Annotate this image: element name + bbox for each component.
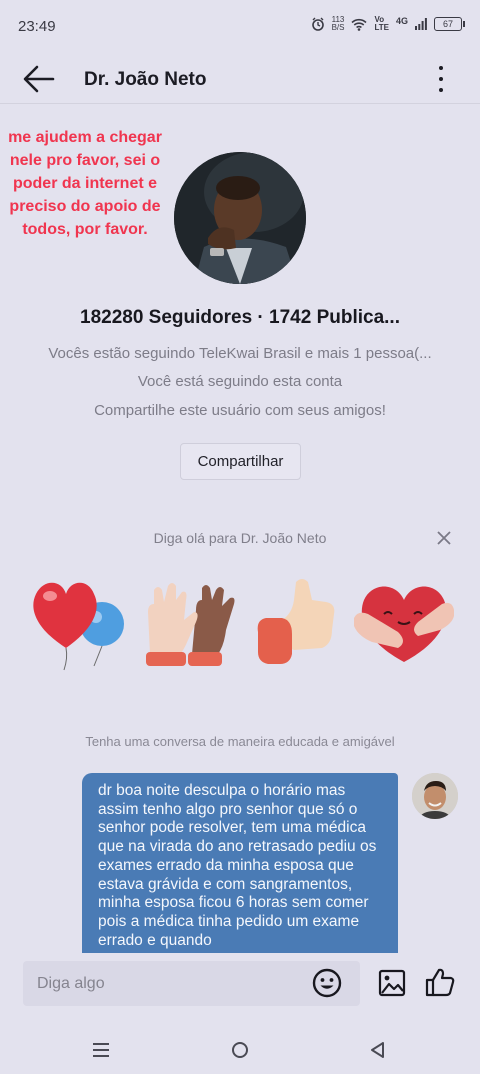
sender-avatar[interactable] <box>412 773 458 819</box>
volte-bottom: LTE <box>374 23 389 32</box>
following-status-text: Você está seguindo esta conta <box>137 373 343 390</box>
sender-photo-icon <box>412 773 458 819</box>
more-dot-icon <box>439 66 443 70</box>
follower-stats: 182280 Seguidores · 1742 Publica... <box>80 307 400 328</box>
greeting-text: Diga olá para Dr. João Neto <box>153 530 327 546</box>
recent-apps-button[interactable] <box>91 1041 111 1059</box>
overlay-caption: me ajudem a chegar nele pro favor, sei o… <box>8 129 162 238</box>
close-icon <box>437 531 451 545</box>
network-speed: 113 B/S <box>332 16 345 32</box>
more-options-button[interactable] <box>430 64 452 94</box>
message-text: dr boa noite desculpa o horário mas assi… <box>98 782 377 949</box>
message-input-bar <box>0 953 480 1013</box>
like-button[interactable] <box>424 966 456 998</box>
close-greeting-button[interactable] <box>436 530 452 546</box>
message-input[interactable] <box>23 961 360 1006</box>
network-type: 4G <box>395 16 408 26</box>
image-icon <box>378 969 406 997</box>
menu-icon <box>93 1043 109 1057</box>
home-button[interactable] <box>230 1040 250 1060</box>
profile-avatar[interactable] <box>174 152 306 284</box>
mutual-followers-text[interactable]: Vocês estão seguindo TeleKwai Brasil e m… <box>0 345 480 362</box>
message-bubble[interactable]: dr boa noite desculpa o horário mas assi… <box>82 773 398 961</box>
conversation-hint: Tenha uma conversa de maneira educada e … <box>85 734 395 749</box>
system-back-button[interactable] <box>368 1040 386 1060</box>
waving-hands-icon <box>146 583 235 666</box>
back-button[interactable] <box>22 64 56 94</box>
status-time: 23:49 <box>18 18 56 35</box>
share-button[interactable]: Compartilhar <box>180 443 301 480</box>
sticker-heart-balloons[interactable] <box>28 570 128 674</box>
wifi-icon <box>351 18 368 31</box>
status-icons: 113 B/S Vo LTE 4G 67 <box>311 16 465 32</box>
heart-hug-icon <box>354 586 454 662</box>
triangle-back-icon <box>371 1042 384 1058</box>
battery-level: 67 <box>442 19 453 29</box>
system-navigation-bar <box>0 1026 480 1074</box>
speed-unit: B/S <box>331 23 345 32</box>
more-dot-icon <box>439 88 443 92</box>
alarm-icon <box>311 17 324 31</box>
signal-icon <box>415 18 427 30</box>
emoji-button[interactable] <box>312 968 342 998</box>
status-bar: 23:49 113 B/S Vo LTE 4G 67 <box>0 0 480 56</box>
page-title: Dr. João Neto <box>84 69 207 90</box>
sticker-waving-hands[interactable] <box>140 570 240 674</box>
home-circle-icon <box>232 1042 248 1058</box>
share-prompt-text: Compartilhe este usuário com seus amigos… <box>94 402 386 419</box>
volte-indicator: Vo LTE <box>374 16 389 32</box>
profile-photo-icon <box>174 152 306 284</box>
image-button[interactable] <box>378 969 406 997</box>
thumbs-up-sticker-icon <box>257 579 335 664</box>
smiley-icon <box>312 968 342 998</box>
thumbs-up-icon <box>425 968 455 997</box>
more-dot-icon <box>439 77 443 81</box>
arrow-left-icon <box>23 65 55 93</box>
heart-balloons-icon <box>33 582 124 671</box>
battery-icon: 67 <box>434 17 465 31</box>
top-app-bar: Dr. João Neto <box>0 56 480 104</box>
sticker-thumbs-up[interactable] <box>252 570 352 674</box>
sticker-heart-hug[interactable] <box>354 570 454 674</box>
